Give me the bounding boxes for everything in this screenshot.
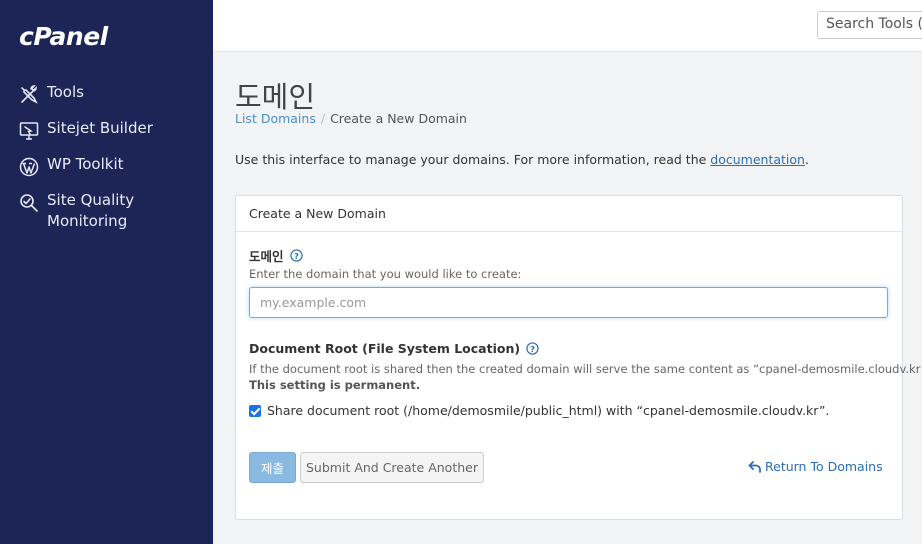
sidebar-item-sitejet-builder[interactable]: Sitejet Builder	[0, 118, 213, 154]
sidebar-item-tools[interactable]: Tools	[0, 82, 213, 118]
breadcrumb-current: Create a New Domain	[330, 111, 467, 126]
docroot-hint: If the document root is shared then the …	[249, 362, 922, 376]
permanent-note-text: This setting is permanent.	[249, 378, 421, 392]
help-icon[interactable]: ?	[526, 342, 539, 355]
domain-label-text: 도메인	[249, 249, 284, 264]
domain-input[interactable]	[249, 287, 888, 318]
intro-end: .	[804, 152, 809, 167]
submit-button[interactable]: 제출	[249, 452, 296, 483]
return-to-domains-label[interactable]: Return To Domains	[765, 459, 883, 474]
sidebar-item-label: Site Quality Monitoring	[47, 191, 135, 230]
docroot-label-text: Document Root (File System Location)	[249, 341, 521, 356]
domain-field-label: 도메인 ?	[249, 246, 303, 265]
return-to-domains-link[interactable]: Return To Domains	[748, 459, 883, 474]
sidebar-item-label: Sitejet Builder	[47, 119, 153, 137]
sidebar-nav: Tools Sitejet Builder WP Toolkit Site Qu…	[0, 82, 213, 246]
share-docroot-row[interactable]: Share document root (/home/demosmile/pub…	[249, 403, 829, 418]
panel-title: Create a New Domain	[236, 196, 902, 232]
domain-hint: Enter the domain that you would like to …	[249, 267, 522, 281]
create-domain-panel: Create a New Domain 도메인 ? Enter the doma…	[235, 195, 922, 520]
sidebar: cPanel Tools Sitejet Builder WP Toolkit …	[0, 0, 213, 544]
breadcrumb-separator: /	[320, 111, 326, 126]
share-docroot-label[interactable]: Share document root (/home/demosmile/pub…	[267, 403, 829, 418]
page-title: 도메인	[235, 80, 316, 114]
cpanel-logo[interactable]: cPanel	[19, 22, 108, 51]
help-icon[interactable]: ?	[289, 249, 303, 262]
intro-sentence: Use this interface to manage your domain…	[235, 152, 711, 167]
top-bar: Search Tools (/	[213, 0, 922, 52]
sidebar-item-label: WP Toolkit	[47, 155, 124, 173]
svg-text:?: ?	[294, 251, 299, 261]
sidebar-item-label: Tools	[47, 83, 84, 101]
sidebar-item-site-quality-monitoring[interactable]: Site Quality Monitoring	[0, 190, 213, 246]
intro-text: Use this interface to manage your domain…	[235, 152, 809, 167]
docroot-field-label: Document Root (File System Location) ?	[249, 341, 539, 356]
sitejet-monitor-icon	[19, 121, 39, 141]
permanent-note: This setting is permanent.	[249, 378, 420, 392]
tools-icon	[19, 85, 39, 105]
wordpress-icon	[19, 157, 39, 177]
magnifier-icon	[19, 193, 39, 213]
search-tools-input[interactable]: Search Tools (/	[817, 11, 922, 39]
return-arrow-icon	[748, 460, 762, 473]
svg-text:?: ?	[530, 344, 535, 354]
breadcrumb-list-domains-link[interactable]: List Domains	[235, 111, 316, 126]
submit-and-create-another-button[interactable]: Submit And Create Another	[300, 452, 484, 483]
sidebar-item-wp-toolkit[interactable]: WP Toolkit	[0, 154, 213, 190]
breadcrumb: List Domains / Create a New Domain	[235, 111, 467, 126]
share-docroot-checkbox[interactable]	[249, 404, 261, 417]
documentation-link[interactable]: documentation	[710, 152, 805, 167]
